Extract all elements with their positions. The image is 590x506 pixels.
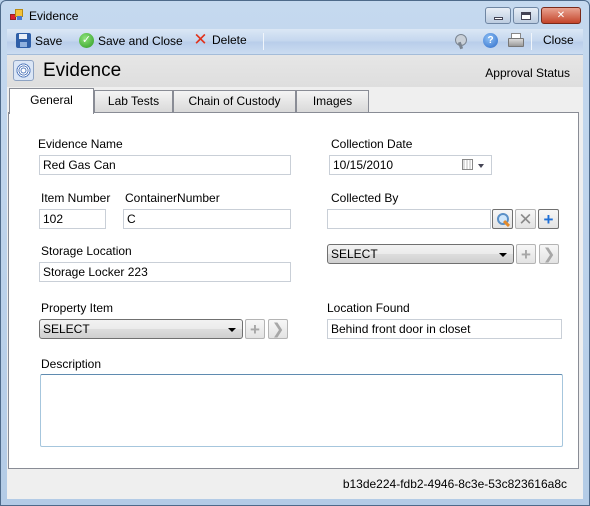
tab-images[interactable]: Images: [296, 90, 369, 112]
status-bar: b13de224-fdb2-4946-8c3e-53c823616a8c: [7, 469, 583, 499]
header-band: Evidence Approval Status: [7, 55, 583, 87]
delete-x-icon: ✕: [193, 30, 208, 49]
collected-by-select[interactable]: SELECT: [327, 244, 514, 264]
search-collected-by-button[interactable]: [492, 209, 513, 229]
toolbar-separator: [263, 33, 264, 50]
close-icon: ✕: [556, 10, 566, 21]
open-collector-button[interactable]: ❯: [539, 244, 559, 264]
chevron-down-icon: [228, 328, 236, 332]
chevron-right-icon: ❯: [542, 245, 556, 263]
print-button[interactable]: [507, 33, 524, 47]
chevron-down-icon[interactable]: [478, 164, 484, 168]
add-collector-button[interactable]: +: [516, 244, 536, 264]
property-item-select[interactable]: SELECT: [39, 319, 243, 339]
tab-general[interactable]: General: [9, 88, 94, 114]
window-title: Evidence: [29, 9, 79, 23]
container-number-input[interactable]: C: [123, 209, 291, 229]
collected-by-label: Collected By: [331, 191, 399, 205]
storage-location-input[interactable]: Storage Locker 223: [39, 262, 291, 282]
description-textarea[interactable]: [40, 374, 563, 447]
minimize-button[interactable]: [485, 7, 511, 24]
tab-label: Images: [312, 94, 353, 108]
add-collected-by-button[interactable]: +: [538, 209, 559, 229]
plus-icon: +: [543, 209, 554, 229]
help-icon: ?: [483, 33, 498, 48]
property-item-label: Property Item: [41, 301, 114, 315]
collection-date-picker[interactable]: 10/15/2010: [329, 155, 492, 175]
tab-label: Lab Tests: [107, 94, 160, 108]
plus-icon: +: [521, 244, 531, 264]
record-id: b13de224-fdb2-4946-8c3e-53c823616a8c: [342, 477, 567, 491]
delete-label: Delete: [212, 33, 247, 47]
check-icon: ✓: [79, 33, 94, 48]
tab-label: General: [30, 93, 73, 107]
tab-chain-of-custody[interactable]: Chain of Custody: [173, 90, 296, 112]
tab-lab-tests[interactable]: Lab Tests: [94, 90, 173, 112]
client-area: Evidence Approval Status General Lab Tes…: [7, 55, 583, 499]
open-property-item-button[interactable]: ❯: [268, 319, 288, 339]
chevron-right-icon: ❯: [271, 320, 285, 338]
storage-location-label: Storage Location: [41, 244, 132, 258]
evidence-name-label: Evidence Name: [38, 137, 123, 151]
location-found-input[interactable]: Behind front door in closet: [327, 319, 562, 339]
plus-icon: +: [250, 319, 260, 339]
tools-button[interactable]: [453, 33, 469, 49]
clear-collected-by-button[interactable]: ✕: [515, 209, 536, 229]
save-icon: [16, 33, 31, 48]
calendar-icon[interactable]: [462, 159, 473, 170]
clear-x-icon: ✕: [518, 209, 533, 229]
window-close-button[interactable]: ✕: [541, 7, 581, 24]
delete-button[interactable]: ✕ Delete: [193, 30, 247, 49]
collected-by-input[interactable]: [327, 209, 491, 229]
toolbar: Save ✓ Save and Close ✕ Delete ? Close: [7, 29, 583, 55]
item-number-input[interactable]: 102: [39, 209, 106, 229]
chevron-down-icon: [499, 253, 507, 257]
save-label: Save: [35, 33, 63, 48]
location-found-label: Location Found: [327, 301, 410, 315]
add-property-item-button[interactable]: +: [245, 319, 265, 339]
collected-by-select-value: SELECT: [331, 247, 378, 261]
collection-date-value: 10/15/2010: [333, 158, 394, 172]
evidence-window: Evidence ✕ Save ✓ Save and Close ✕ Delet…: [0, 0, 590, 506]
description-label: Description: [41, 357, 102, 371]
tools-icon: [453, 33, 469, 49]
property-item-value: SELECT: [43, 322, 90, 336]
container-number-label: ContainerNumber: [125, 191, 220, 205]
save-and-close-label: Save and Close: [98, 33, 183, 48]
maximize-button[interactable]: [513, 7, 539, 24]
maximize-icon: [521, 11, 531, 20]
page-title: Evidence: [43, 60, 122, 81]
minimize-icon: [493, 17, 503, 20]
fingerprint-icon: [13, 60, 34, 81]
close-label: Close: [543, 33, 574, 47]
search-icon: [496, 212, 510, 226]
save-and-close-button[interactable]: ✓ Save and Close: [79, 33, 183, 48]
tab-label: Chain of Custody: [188, 94, 281, 108]
general-panel: Evidence Name Red Gas Can Item Number 10…: [8, 112, 579, 469]
item-number-label: Item Number: [41, 191, 111, 205]
app-icon: [10, 9, 24, 21]
help-button[interactable]: ?: [483, 33, 498, 48]
close-button[interactable]: Close: [543, 33, 574, 47]
toolbar-separator: [531, 33, 532, 50]
save-button[interactable]: Save: [16, 33, 62, 48]
approval-status[interactable]: Approval Status: [485, 66, 570, 80]
title-bar[interactable]: Evidence ✕: [1, 1, 589, 29]
print-icon: [507, 33, 524, 47]
evidence-name-input[interactable]: Red Gas Can: [39, 155, 291, 175]
collection-date-label: Collection Date: [331, 137, 413, 151]
